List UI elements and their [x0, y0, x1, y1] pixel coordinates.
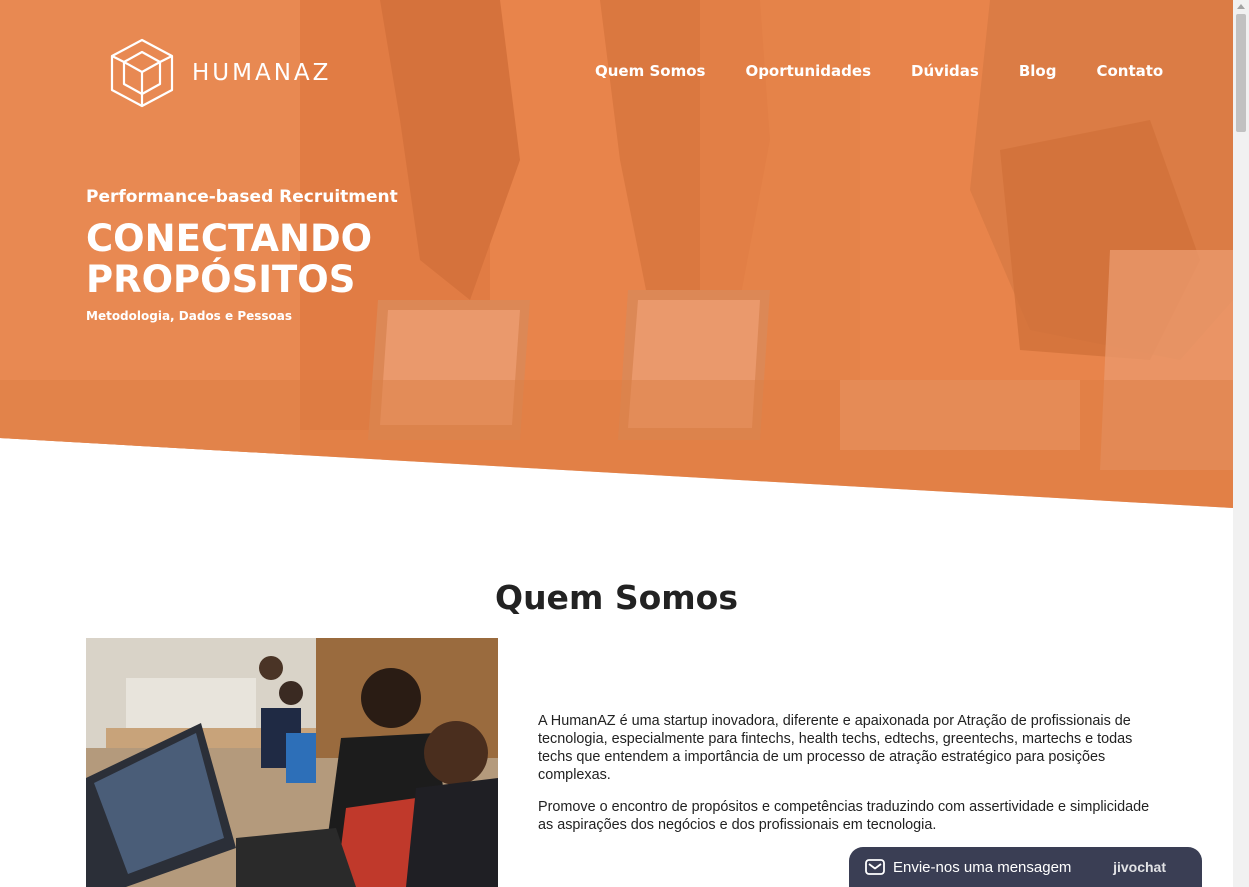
hero-banner: HUMANAZ Quem Somos Oportunidades Dúvidas…: [0, 0, 1233, 510]
envelope-icon: [865, 859, 885, 875]
page-scrollbar[interactable]: [1233, 0, 1249, 887]
chat-widget-label: Envie-nos uma mensagem: [893, 858, 1072, 876]
hero-title: CONECTANDO PROPÓSITOS: [86, 218, 486, 300]
hero-title-line2: PROPÓSITOS: [86, 258, 356, 301]
brand-name: HUMANAZ: [192, 60, 332, 86]
brand-logo[interactable]: HUMANAZ: [110, 38, 331, 108]
cube-logo-icon: [110, 38, 174, 108]
hero-tagline: Metodologia, Dados e Pessoas: [86, 309, 293, 323]
nav-item-blog[interactable]: Blog: [1019, 62, 1057, 80]
main-nav: Quem Somos Oportunidades Dúvidas Blog Co…: [595, 62, 1203, 80]
about-text: A HumanAZ é uma startup inovadora, difer…: [538, 712, 1158, 848]
hero-subtitle: Performance-based Recruitment: [86, 187, 398, 207]
scrollbar-thumb[interactable]: [1236, 14, 1246, 132]
nav-item-duvidas[interactable]: Dúvidas: [911, 62, 979, 80]
nav-item-oportunidades[interactable]: Oportunidades: [745, 62, 871, 80]
scroll-up-arrow-icon[interactable]: [1237, 4, 1245, 9]
section-title-quem-somos: Quem Somos: [495, 578, 738, 617]
about-paragraph-2: Promove o encontro de propósitos e compe…: [538, 799, 1150, 833]
about-paragraph-1: A HumanAZ é uma startup inovadora, difer…: [538, 713, 1133, 783]
nav-item-quem-somos[interactable]: Quem Somos: [595, 62, 705, 80]
team-photo: [86, 638, 498, 887]
nav-item-contato[interactable]: Contato: [1096, 62, 1163, 80]
hero-title-line1: CONECTANDO: [86, 217, 373, 260]
chat-brand-logo: jivochat: [1113, 859, 1166, 875]
chat-widget-button[interactable]: Envie-nos uma mensagem jivochat: [849, 847, 1202, 887]
